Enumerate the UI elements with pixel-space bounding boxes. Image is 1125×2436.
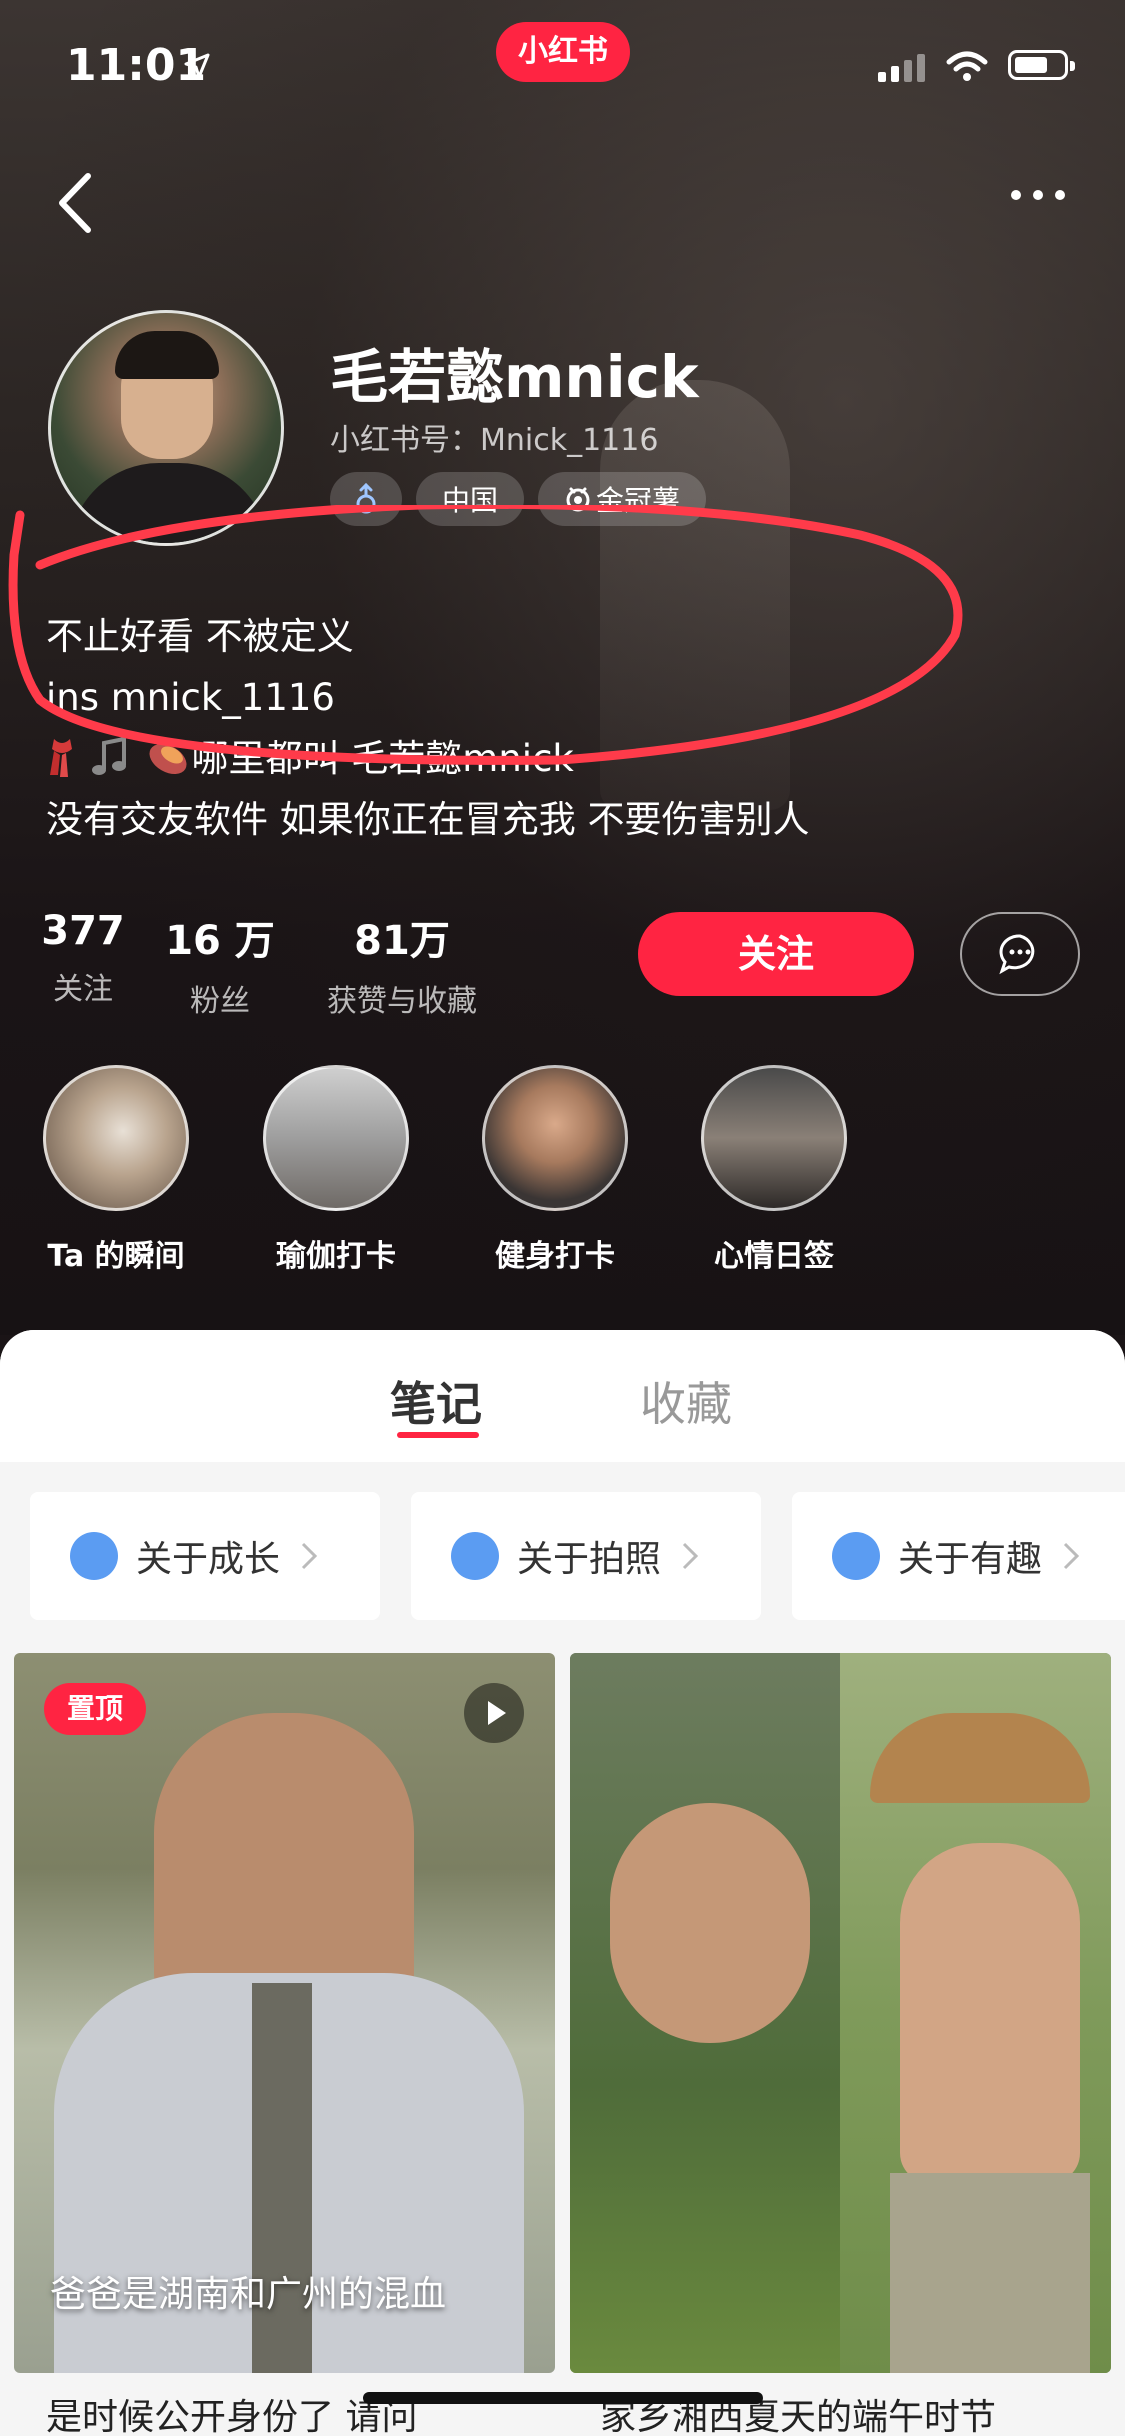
post-caption: 爸爸是湖南和广州的混血 — [50, 2274, 447, 2315]
message-button[interactable] — [960, 912, 1080, 996]
album-label: 关于成长 — [136, 1539, 281, 1580]
stat-value: 377 — [41, 908, 125, 954]
highlight-fitness[interactable]: 健身打卡 — [455, 1065, 655, 1275]
album-icon — [451, 1532, 499, 1580]
video-play-icon — [464, 1683, 524, 1743]
tab-bar: 笔记 收藏 — [0, 1330, 1125, 1462]
location-arrow-icon — [184, 53, 210, 79]
stat-value: 16 万 — [165, 918, 275, 964]
post-image-shorts — [890, 2173, 1090, 2373]
username: 毛若懿mnick — [330, 343, 699, 411]
stat-label: 关注 — [53, 972, 113, 1007]
album-icon — [832, 1532, 880, 1580]
status-bar: 11:01 小红书 — [0, 0, 1125, 135]
highlight-label: Ta 的瞬间 — [47, 1239, 185, 1274]
tab-notes[interactable]: 笔记 — [390, 1368, 482, 1434]
battery-icon — [1008, 50, 1075, 80]
post-image-face — [610, 1803, 810, 2043]
highlight-label: 瑜伽打卡 — [276, 1239, 396, 1274]
highlight-cover — [482, 1065, 628, 1211]
chat-bubble-icon — [999, 934, 1035, 975]
stat-likes-and-saves[interactable]: 81万 获赞与收藏 — [312, 908, 492, 1020]
album-photography[interactable]: 关于拍照 — [411, 1492, 761, 1620]
active-tab-indicator — [397, 1432, 479, 1438]
highlight-cover — [263, 1065, 409, 1211]
highlight-label: 健身打卡 — [495, 1239, 615, 1274]
album-label: 关于拍照 — [517, 1539, 662, 1580]
chevron-right-icon — [1063, 1542, 1080, 1570]
highlight-mood-diary[interactable]: 心情日签 — [674, 1065, 874, 1275]
back-icon[interactable] — [50, 168, 100, 238]
tab-favorites[interactable]: 收藏 — [640, 1368, 732, 1434]
more-options-icon[interactable] — [1008, 175, 1068, 215]
highlight-cover — [43, 1065, 189, 1211]
post-image-torso — [900, 1843, 1080, 2183]
stat-following[interactable]: 377 关注 — [40, 908, 126, 1008]
follow-button[interactable]: 关注 — [638, 912, 914, 996]
highlight-moments[interactable]: Ta 的瞬间 — [16, 1065, 216, 1275]
highlight-yoga[interactable]: 瑜伽打卡 — [236, 1065, 436, 1275]
stat-value: 81万 — [354, 918, 450, 964]
pinned-badge: 置顶 — [44, 1683, 146, 1735]
album-growth[interactable]: 关于成长 — [30, 1492, 380, 1620]
post-card[interactable] — [570, 1653, 1111, 2373]
album-icon — [70, 1532, 118, 1580]
user-id: 小红书号：Mnick_1116 — [330, 423, 659, 458]
post-card[interactable]: 置顶 爸爸是湖南和广州的混血 — [14, 1653, 555, 2373]
stat-label: 粉丝 — [190, 984, 250, 1019]
red-circle-annotation — [8, 505, 963, 765]
highlight-label: 心情日签 — [714, 1239, 834, 1274]
stat-followers[interactable]: 16 万 粉丝 — [160, 908, 280, 1020]
wifi-icon — [946, 51, 988, 81]
highlight-cover — [701, 1065, 847, 1211]
content-panel: 笔记 收藏 关于成长 关于拍照 关于有趣 置顶 爸爸是湖南和广州的混血 是时候公… — [0, 1330, 1125, 2436]
album-fun[interactable]: 关于有趣 — [792, 1492, 1125, 1620]
stat-label: 获赞与收藏 — [327, 984, 477, 1019]
album-label: 关于有趣 — [898, 1539, 1043, 1580]
chevron-right-icon — [682, 1542, 699, 1570]
cellular-signal-icon — [878, 54, 925, 82]
chevron-right-icon — [301, 1542, 318, 1570]
app-logo-badge: 小红书 — [496, 22, 630, 82]
home-indicator — [363, 2392, 763, 2404]
